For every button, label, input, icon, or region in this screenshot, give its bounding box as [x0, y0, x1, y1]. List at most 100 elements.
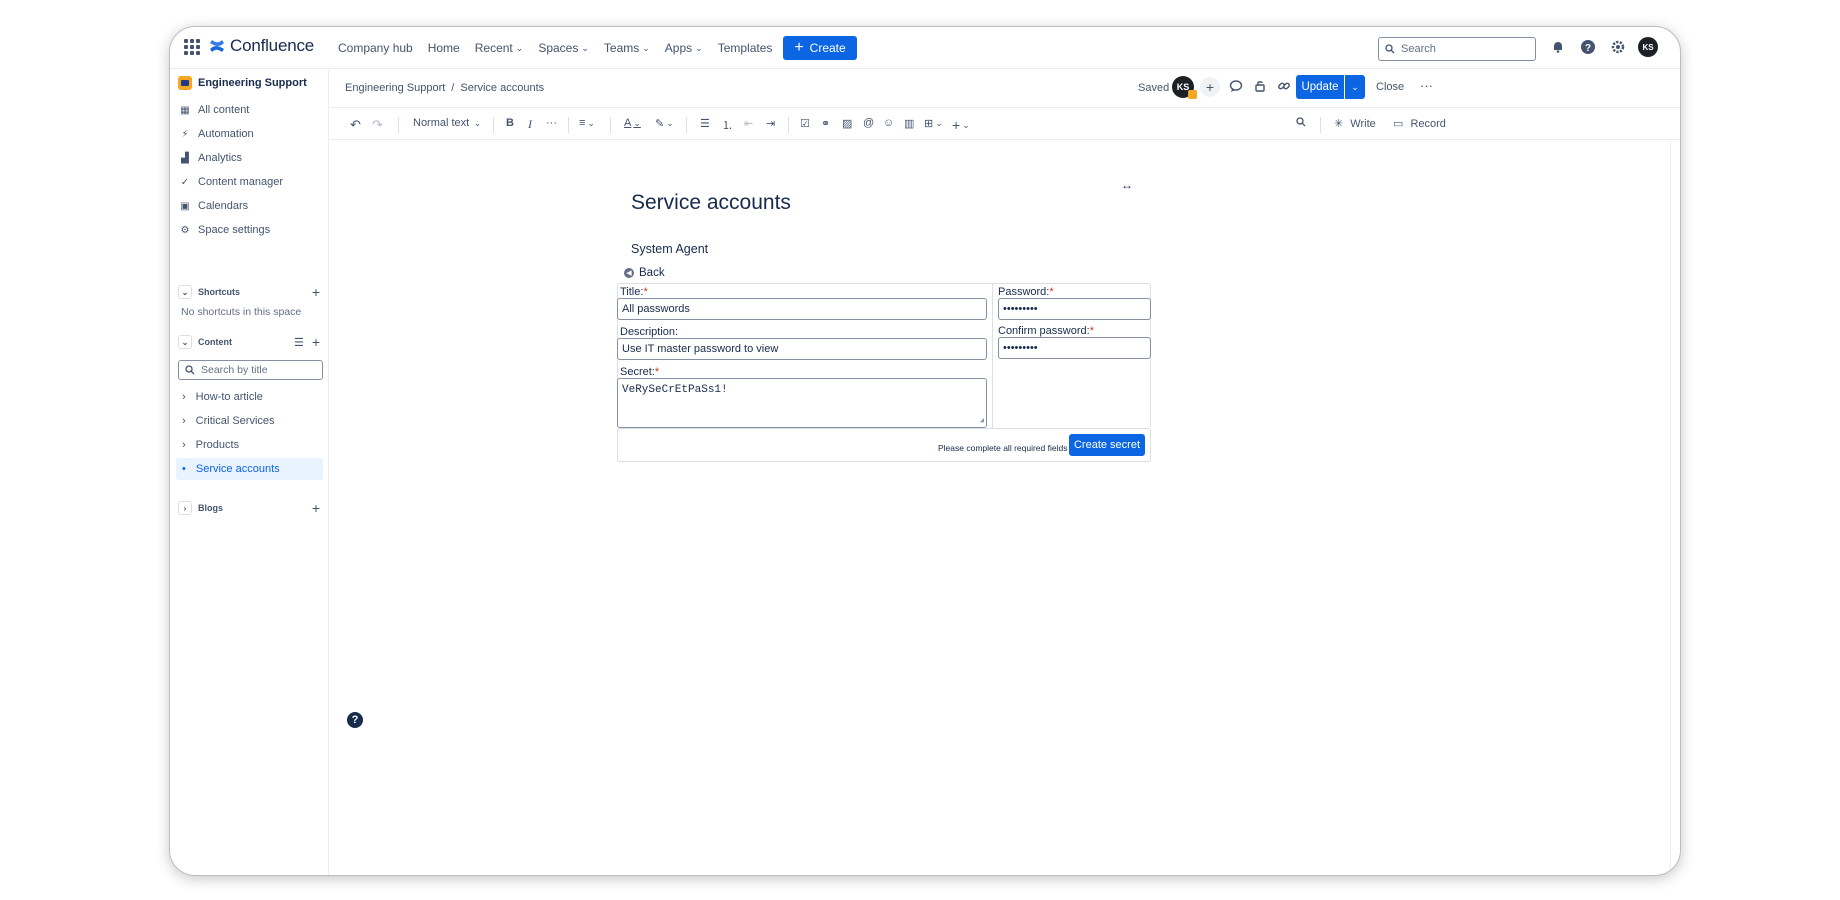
filter-icon[interactable]: ☰ — [294, 336, 304, 349]
sidebar-item-analytics[interactable]: ▟ Analytics — [180, 152, 242, 164]
toolbar-divider — [1320, 117, 1321, 133]
tree-item-products[interactable]: › Products — [176, 434, 323, 456]
restrictions-lock-icon[interactable] — [1252, 78, 1268, 94]
chevron-down-icon[interactable]: ⌄ — [178, 335, 192, 349]
page-title[interactable]: Service accounts — [631, 191, 791, 215]
search-by-title-input[interactable]: Search by title — [178, 360, 323, 380]
settings-gear-icon[interactable] — [1608, 37, 1628, 57]
indent-icon[interactable]: ⇥ — [766, 117, 775, 130]
invite-collaborator-button[interactable]: + — [1200, 77, 1220, 97]
search-input[interactable]: Search — [1378, 37, 1536, 61]
no-shortcuts-text: No shortcuts in this space — [181, 306, 302, 318]
more-actions-icon[interactable]: ··· — [1420, 78, 1433, 93]
header-icons — [1228, 78, 1292, 94]
tree-item-critical-services[interactable]: › Critical Services — [176, 410, 323, 432]
redo-icon[interactable]: ↷ — [372, 117, 383, 133]
notifications-icon[interactable] — [1548, 37, 1568, 57]
bullet-list-icon[interactable]: ☰ — [700, 117, 710, 130]
nav-templates[interactable]: Templates — [718, 41, 773, 55]
nav-home[interactable]: Home — [428, 41, 460, 55]
search-placeholder: Search by title — [201, 364, 268, 376]
outdent-icon[interactable]: ⇤ — [744, 117, 753, 130]
sidebar-item-calendars[interactable]: ▣ Calendars — [180, 200, 248, 212]
action-item-checkbox-icon[interactable]: ☑ — [800, 117, 810, 130]
mention-icon[interactable]: @ — [863, 117, 874, 129]
emoji-icon[interactable]: ☺ — [883, 117, 894, 129]
numbered-list-icon[interactable]: ⒈ — [722, 117, 733, 133]
comment-icon[interactable] — [1228, 78, 1244, 94]
add-shortcut-icon[interactable]: + — [312, 284, 320, 300]
nav-company-hub[interactable]: Company hub — [338, 41, 413, 55]
nav-recent[interactable]: Recent ⌄ — [475, 41, 524, 55]
create-secret-button[interactable]: Create secret — [1069, 434, 1145, 456]
update-options-chevron-icon[interactable]: ⌄ — [1345, 75, 1365, 99]
secret-textarea[interactable]: VeRySeCrEtPaSs1! ◢ — [617, 378, 987, 428]
add-blog-icon[interactable]: + — [312, 500, 320, 516]
gear-icon: ⚙ — [180, 224, 190, 236]
text-color-icon[interactable]: A ⌄ — [624, 117, 641, 129]
title-input[interactable]: All passwords — [617, 298, 987, 320]
app-switcher-icon[interactable] — [184, 39, 200, 55]
breadcrumb-page[interactable]: Service accounts — [460, 82, 544, 94]
confluence-logo[interactable]: Confluence — [208, 36, 314, 56]
help-button-icon[interactable]: ? — [347, 712, 363, 728]
italic-icon[interactable]: I — [528, 117, 532, 132]
bold-icon[interactable]: B — [506, 117, 514, 129]
nav-label: Company hub — [338, 41, 413, 55]
text-style-dropdown[interactable]: Normal text ⌄ — [413, 117, 481, 129]
layout-columns-icon[interactable]: ▥ — [904, 117, 914, 130]
user-avatar[interactable]: KS — [1638, 37, 1658, 57]
sidebar-item-label: Content manager — [198, 176, 283, 188]
tree-item-label: Service accounts — [195, 463, 280, 475]
chevron-right-icon[interactable]: › — [182, 415, 186, 427]
insert-plus-icon[interactable]: + ⌄ — [952, 117, 970, 133]
align-left-icon[interactable]: ≡ ⌄ — [579, 117, 595, 129]
chevron-right-icon[interactable]: › — [182, 439, 186, 451]
top-icons: ? KS — [1548, 37, 1658, 57]
chevron-down-icon: ⌄ — [471, 117, 482, 128]
confirm-password-input[interactable]: ••••••••• — [998, 337, 1151, 359]
description-input[interactable]: Use IT master password to view — [617, 338, 987, 360]
write-button[interactable]: ✳ Write — [1334, 117, 1376, 131]
chevron-right-icon[interactable]: › — [182, 391, 186, 403]
back-link[interactable]: ◀ Back — [624, 267, 665, 279]
sidebar-item-automation[interactable]: ⚡︎ Automation — [180, 128, 253, 140]
nav-spaces[interactable]: Spaces ⌄ — [538, 41, 589, 55]
video-camera-icon: ▭ — [1393, 118, 1404, 130]
expand-width-icon[interactable]: ↔ — [1121, 178, 1133, 192]
nav-teams[interactable]: Teams ⌄ — [604, 41, 650, 55]
help-icon[interactable]: ? — [1578, 37, 1598, 57]
record-label: Record — [1410, 117, 1446, 130]
sidebar-item-all-content[interactable]: ▦ All content — [180, 104, 249, 116]
breadcrumb: Engineering Support / Service accounts — [345, 82, 544, 94]
sidebar-item-content-manager[interactable]: ✓ Content manager — [180, 176, 283, 188]
close-button[interactable]: Close — [1376, 81, 1404, 93]
find-search-icon[interactable] — [1296, 117, 1306, 127]
tree-item-how-to-article[interactable]: › How-to article — [176, 386, 323, 408]
add-content-icon[interactable]: + — [312, 334, 320, 350]
chevron-down-icon[interactable]: ⌄ — [178, 285, 192, 299]
space-header[interactable]: Engineering Support — [178, 76, 307, 90]
undo-icon[interactable]: ↶ — [350, 117, 361, 133]
record-button[interactable]: ▭ Record — [1393, 117, 1446, 131]
link-icon[interactable] — [1276, 78, 1292, 94]
nav-apps[interactable]: Apps ⌄ — [665, 41, 703, 55]
secret-value: VeRySeCrEtPaSs1! — [622, 384, 728, 396]
sidebar-item-space-settings[interactable]: ⚙ Space settings — [180, 224, 271, 236]
chevron-right-icon[interactable]: › — [178, 501, 192, 515]
table-icon[interactable]: ⊞ ⌄ — [924, 117, 943, 130]
password-input[interactable]: ••••••••• — [998, 298, 1151, 320]
link-icon[interactable]: ⚭ — [821, 117, 830, 130]
more-formatting-icon[interactable]: ··· — [546, 117, 557, 129]
svg-text:?: ? — [1585, 43, 1591, 54]
nav-label: Spaces — [538, 41, 579, 55]
resize-grip-icon[interactable]: ◢ — [980, 416, 984, 425]
create-button[interactable]: + Create — [783, 36, 857, 60]
scrollbar[interactable] — [1670, 141, 1680, 875]
bar-chart-icon: ▟ — [181, 152, 189, 164]
tree-item-service-accounts[interactable]: • Service accounts — [176, 458, 323, 480]
image-icon[interactable]: ▨ — [842, 117, 852, 130]
update-button[interactable]: Update — [1296, 75, 1344, 99]
highlight-icon[interactable]: ✎ ⌄ — [655, 117, 674, 130]
breadcrumb-space[interactable]: Engineering Support — [345, 82, 445, 94]
